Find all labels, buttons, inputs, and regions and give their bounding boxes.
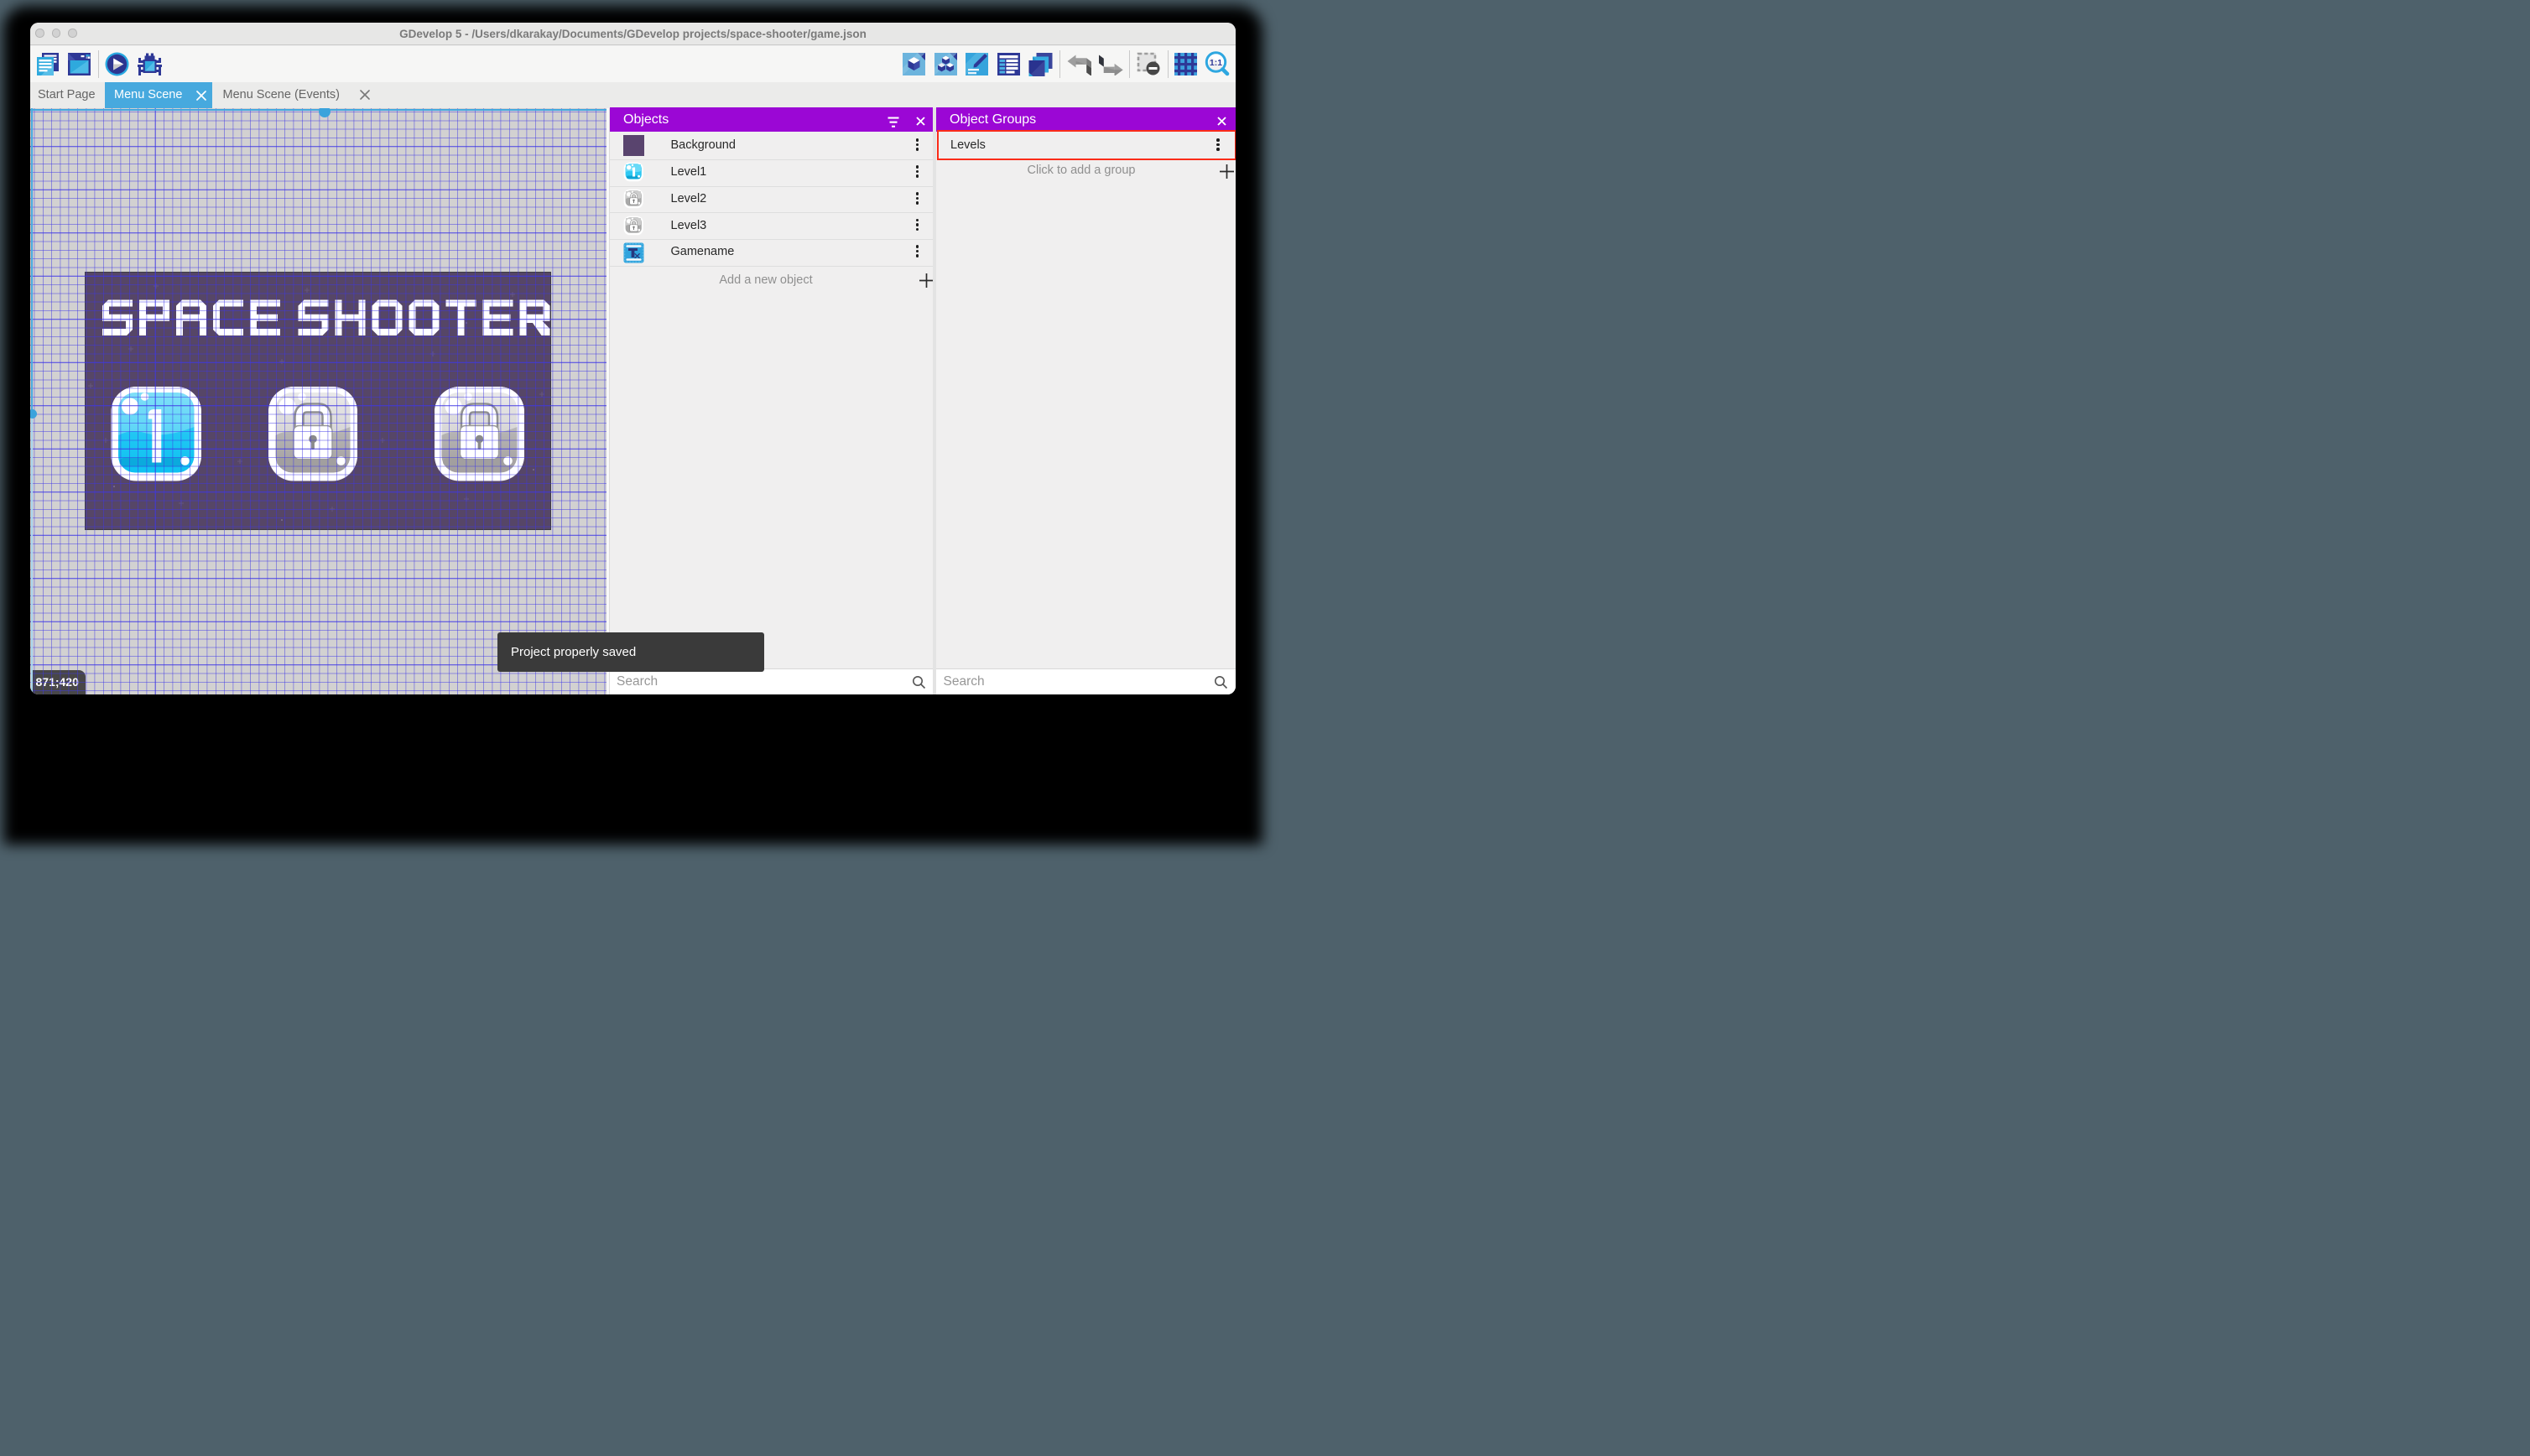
svg-text:1:1: 1:1 bbox=[1209, 57, 1221, 67]
